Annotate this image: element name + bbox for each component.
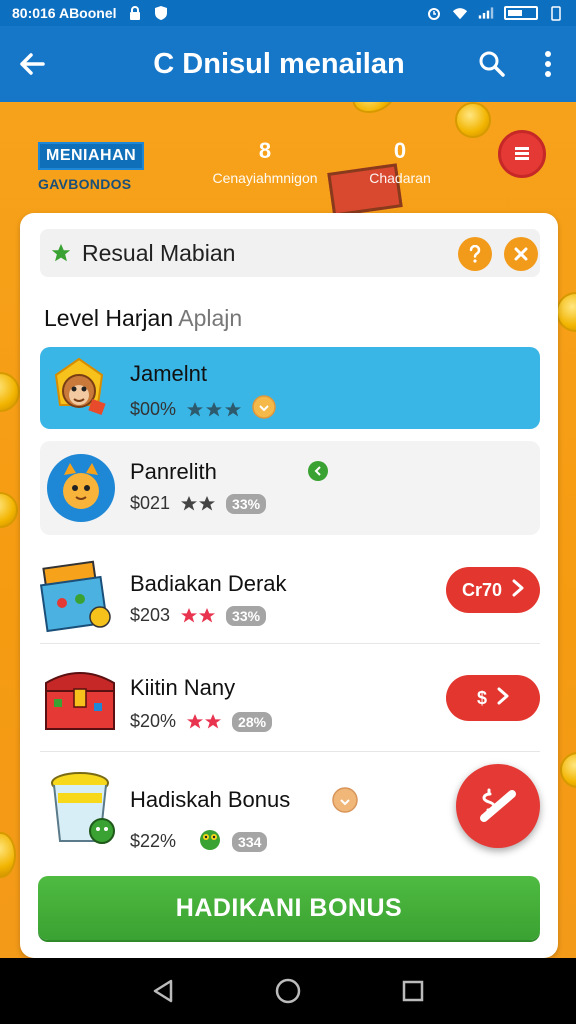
stat-2-value: 0 [393, 138, 407, 163]
wifi-icon [452, 5, 468, 21]
cat-avatar-icon [46, 453, 115, 522]
nav-recents-icon[interactable] [393, 971, 433, 1011]
app-bar: C Dnisul menailan [0, 26, 576, 102]
item-name: Jamelnt [130, 361, 208, 386]
item-price: $22% [130, 831, 177, 851]
back-arrow-icon[interactable] [0, 26, 64, 102]
status-time: 80:016 ABoonel [12, 5, 117, 21]
item-meta: $20% 28% [130, 711, 273, 732]
search-icon[interactable] [464, 26, 520, 102]
rating-stars-icon [180, 495, 216, 513]
list-item[interactable]: Panrelith $021 33% [40, 441, 540, 535]
list-item[interactable]: Jamelnt $00% [40, 347, 540, 429]
stat-1: 8 Cenayiahmnigon [190, 138, 340, 186]
claim-button-label: $ [476, 687, 487, 708]
stat-1-label: Cenayiahmnigon [212, 170, 318, 186]
level-badge: MENIAHAN GAVBONDOS [38, 142, 145, 192]
rewards-card: Resual Mabian Level Harjan Aplajn Jameln… [20, 213, 558, 958]
claim-button-label: Cr70 [461, 579, 503, 600]
section-title: Level Harjan Aplajn [44, 305, 242, 332]
card-title: Resual Mabian [82, 239, 236, 266]
stat-1-value: 8 [258, 138, 272, 163]
percent-chip: 334 [232, 831, 268, 852]
discount-fab-button[interactable] [456, 764, 540, 848]
help-icon[interactable] [458, 237, 492, 271]
percent-chip: 33% [226, 605, 267, 626]
treasure-chest-icon [40, 659, 115, 730]
board-game-icon [39, 559, 111, 633]
item-meta: $203 33% [130, 605, 267, 626]
item-name: Hadiskah Bonus [130, 787, 291, 812]
bonus-jar-icon [40, 767, 115, 844]
item-name: Kiitin Nany [130, 675, 236, 700]
item-price: $00% [130, 399, 177, 419]
nav-back-icon[interactable] [143, 971, 183, 1011]
star-icon [50, 242, 72, 264]
rating-stars-icon [180, 607, 216, 625]
claim-button[interactable]: Cr70 [446, 567, 540, 613]
badge-sub: GAVBONDOS [38, 176, 132, 192]
divider [40, 643, 540, 644]
badge-label: MENIAHAN [38, 142, 145, 170]
coin-decoration [556, 292, 576, 332]
sim-icon [548, 5, 564, 21]
coin-icon [252, 395, 276, 424]
stat-2-label: Chadaran [369, 170, 431, 186]
percent-chip: 28% [232, 711, 273, 732]
chevron-right-icon [512, 579, 524, 602]
coin-decoration [0, 832, 16, 878]
system-nav-bar [0, 958, 576, 1024]
chevron-right-icon [497, 687, 509, 710]
divider [40, 751, 540, 752]
coin-decoration [0, 372, 20, 412]
lock-icon [127, 5, 143, 21]
item-price: $20% [130, 711, 177, 731]
item-meta: $021 33% [130, 493, 267, 514]
item-meta: $00% [130, 395, 276, 424]
frog-icon [198, 827, 222, 856]
item-price: $021 [130, 493, 171, 513]
monkey-avatar-icon [46, 355, 112, 421]
stat-2: 0 Chadaran [350, 138, 450, 186]
battery-icon [504, 6, 538, 20]
item-name: Badiakan Derak [130, 571, 287, 596]
status-dot-icon [308, 461, 328, 486]
signal-icon [478, 5, 494, 21]
section-title-main: Level Harjan [44, 305, 174, 331]
close-icon[interactable] [504, 237, 538, 271]
list-item[interactable]: Kiitin Nany $20% 28% $ [40, 653, 540, 749]
coin-decoration [0, 492, 18, 528]
rating-stars-icon [186, 401, 242, 419]
list-item[interactable]: Badiakan Derak $203 33% Cr70 [39, 549, 540, 645]
section-title-suffix: Aplajn [178, 305, 243, 331]
claim-bonus-button[interactable]: HADIKANI BONUS [38, 876, 540, 940]
nav-home-icon[interactable] [268, 971, 308, 1011]
rating-stars-icon [186, 713, 222, 731]
alarm-icon [426, 5, 442, 21]
alert-icon[interactable] [498, 130, 546, 178]
page-title: C Dnisul menailan [153, 47, 405, 80]
item-name: Panrelith [130, 459, 217, 484]
item-price: $203 [130, 605, 171, 625]
more-vert-icon[interactable] [520, 26, 576, 102]
status-bar: 80:016 ABoonel [0, 0, 576, 26]
stats-panel: MENIAHAN GAVBONDOS 8 Cenayiahmnigon 0 Ch… [0, 102, 576, 212]
shield-icon [153, 5, 169, 21]
percent-chip: 33% [226, 493, 267, 514]
coin-icon [332, 787, 358, 818]
coin-decoration [560, 752, 576, 788]
claim-button[interactable]: $ [446, 675, 540, 721]
item-meta: $22% 334 [130, 827, 268, 856]
